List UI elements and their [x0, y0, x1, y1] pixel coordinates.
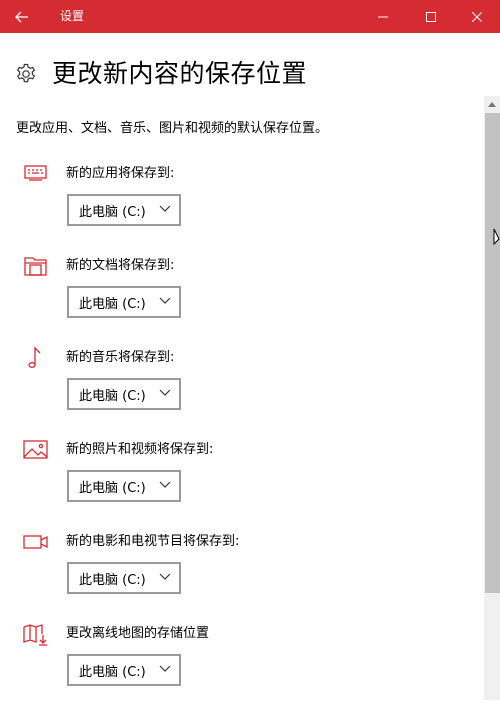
back-arrow-icon	[15, 11, 28, 22]
picture-icon	[23, 440, 48, 459]
music-note-icon	[28, 346, 41, 368]
close-icon	[472, 11, 482, 22]
mouse-cursor-icon	[493, 228, 500, 246]
gear-icon	[16, 63, 36, 83]
section-label: 更改离线地图的存储位置	[66, 626, 210, 641]
page-description: 更改应用、文档、音乐、图片和视频的默认保存位置。	[16, 121, 329, 136]
dropdown-value: 此电脑 (C:)	[79, 572, 146, 588]
close-button[interactable]	[454, 0, 500, 33]
dropdown-value: 此电脑 (C:)	[79, 204, 146, 220]
maximize-icon	[426, 11, 436, 22]
section-offline-maps: 更改离线地图的存储位置 此电脑 (C:)	[0, 622, 470, 708]
section-label: 新的应用将保存到:	[66, 166, 175, 181]
chevron-down-icon	[159, 205, 171, 212]
minimize-button[interactable]	[360, 0, 406, 33]
page-title: 更改新内容的保存位置	[52, 59, 308, 88]
drive-select-movies[interactable]: 此电脑 (C:)	[67, 562, 181, 594]
monitor-icon	[24, 165, 47, 181]
offline-map-icon	[23, 624, 47, 646]
chevron-down-icon	[159, 665, 171, 672]
page-header: 更改新内容的保存位置	[14, 56, 307, 92]
back-button[interactable]	[0, 0, 44, 33]
scrollbar-thumb[interactable]	[485, 113, 500, 593]
section-documents: 新的文档将保存到: 此电脑 (C:)	[0, 254, 470, 346]
drive-select-pictures[interactable]: 此电脑 (C:)	[67, 470, 181, 502]
chevron-down-icon	[159, 573, 171, 580]
section-label: 新的照片和视频将保存到:	[66, 442, 214, 457]
drive-select-maps[interactable]: 此电脑 (C:)	[67, 654, 181, 686]
section-music: 新的音乐将保存到: 此电脑 (C:)	[0, 346, 470, 438]
video-camera-icon	[23, 535, 48, 549]
dropdown-value: 此电脑 (C:)	[79, 664, 146, 680]
drive-select-documents[interactable]: 此电脑 (C:)	[67, 286, 181, 318]
scroll-up-arrow-icon	[488, 102, 496, 107]
chevron-down-icon	[159, 297, 171, 304]
minimize-icon	[378, 16, 388, 17]
title-bar: 设置	[0, 0, 500, 33]
section-apps: 新的应用将保存到: 此电脑 (C:)	[0, 162, 470, 254]
dropdown-value: 此电脑 (C:)	[79, 388, 146, 404]
maximize-button[interactable]	[408, 0, 454, 33]
folder-icon	[24, 257, 47, 276]
section-pictures: 新的照片和视频将保存到: 此电脑 (C:)	[0, 438, 470, 530]
scroll-up-button[interactable]	[484, 96, 500, 112]
dropdown-value: 此电脑 (C:)	[79, 296, 146, 312]
chevron-down-icon	[159, 481, 171, 488]
section-movies: 新的电影和电视节目将保存到: 此电脑 (C:)	[0, 530, 470, 622]
drive-select-apps[interactable]: 此电脑 (C:)	[67, 194, 181, 226]
chevron-down-icon	[159, 389, 171, 396]
section-label: 新的电影和电视节目将保存到:	[66, 534, 240, 549]
window-title: 设置	[60, 9, 85, 23]
dropdown-value: 此电脑 (C:)	[79, 480, 146, 496]
drive-select-music[interactable]: 此电脑 (C:)	[67, 378, 181, 410]
section-label: 新的文档将保存到:	[66, 258, 175, 273]
section-label: 新的音乐将保存到:	[66, 350, 175, 365]
